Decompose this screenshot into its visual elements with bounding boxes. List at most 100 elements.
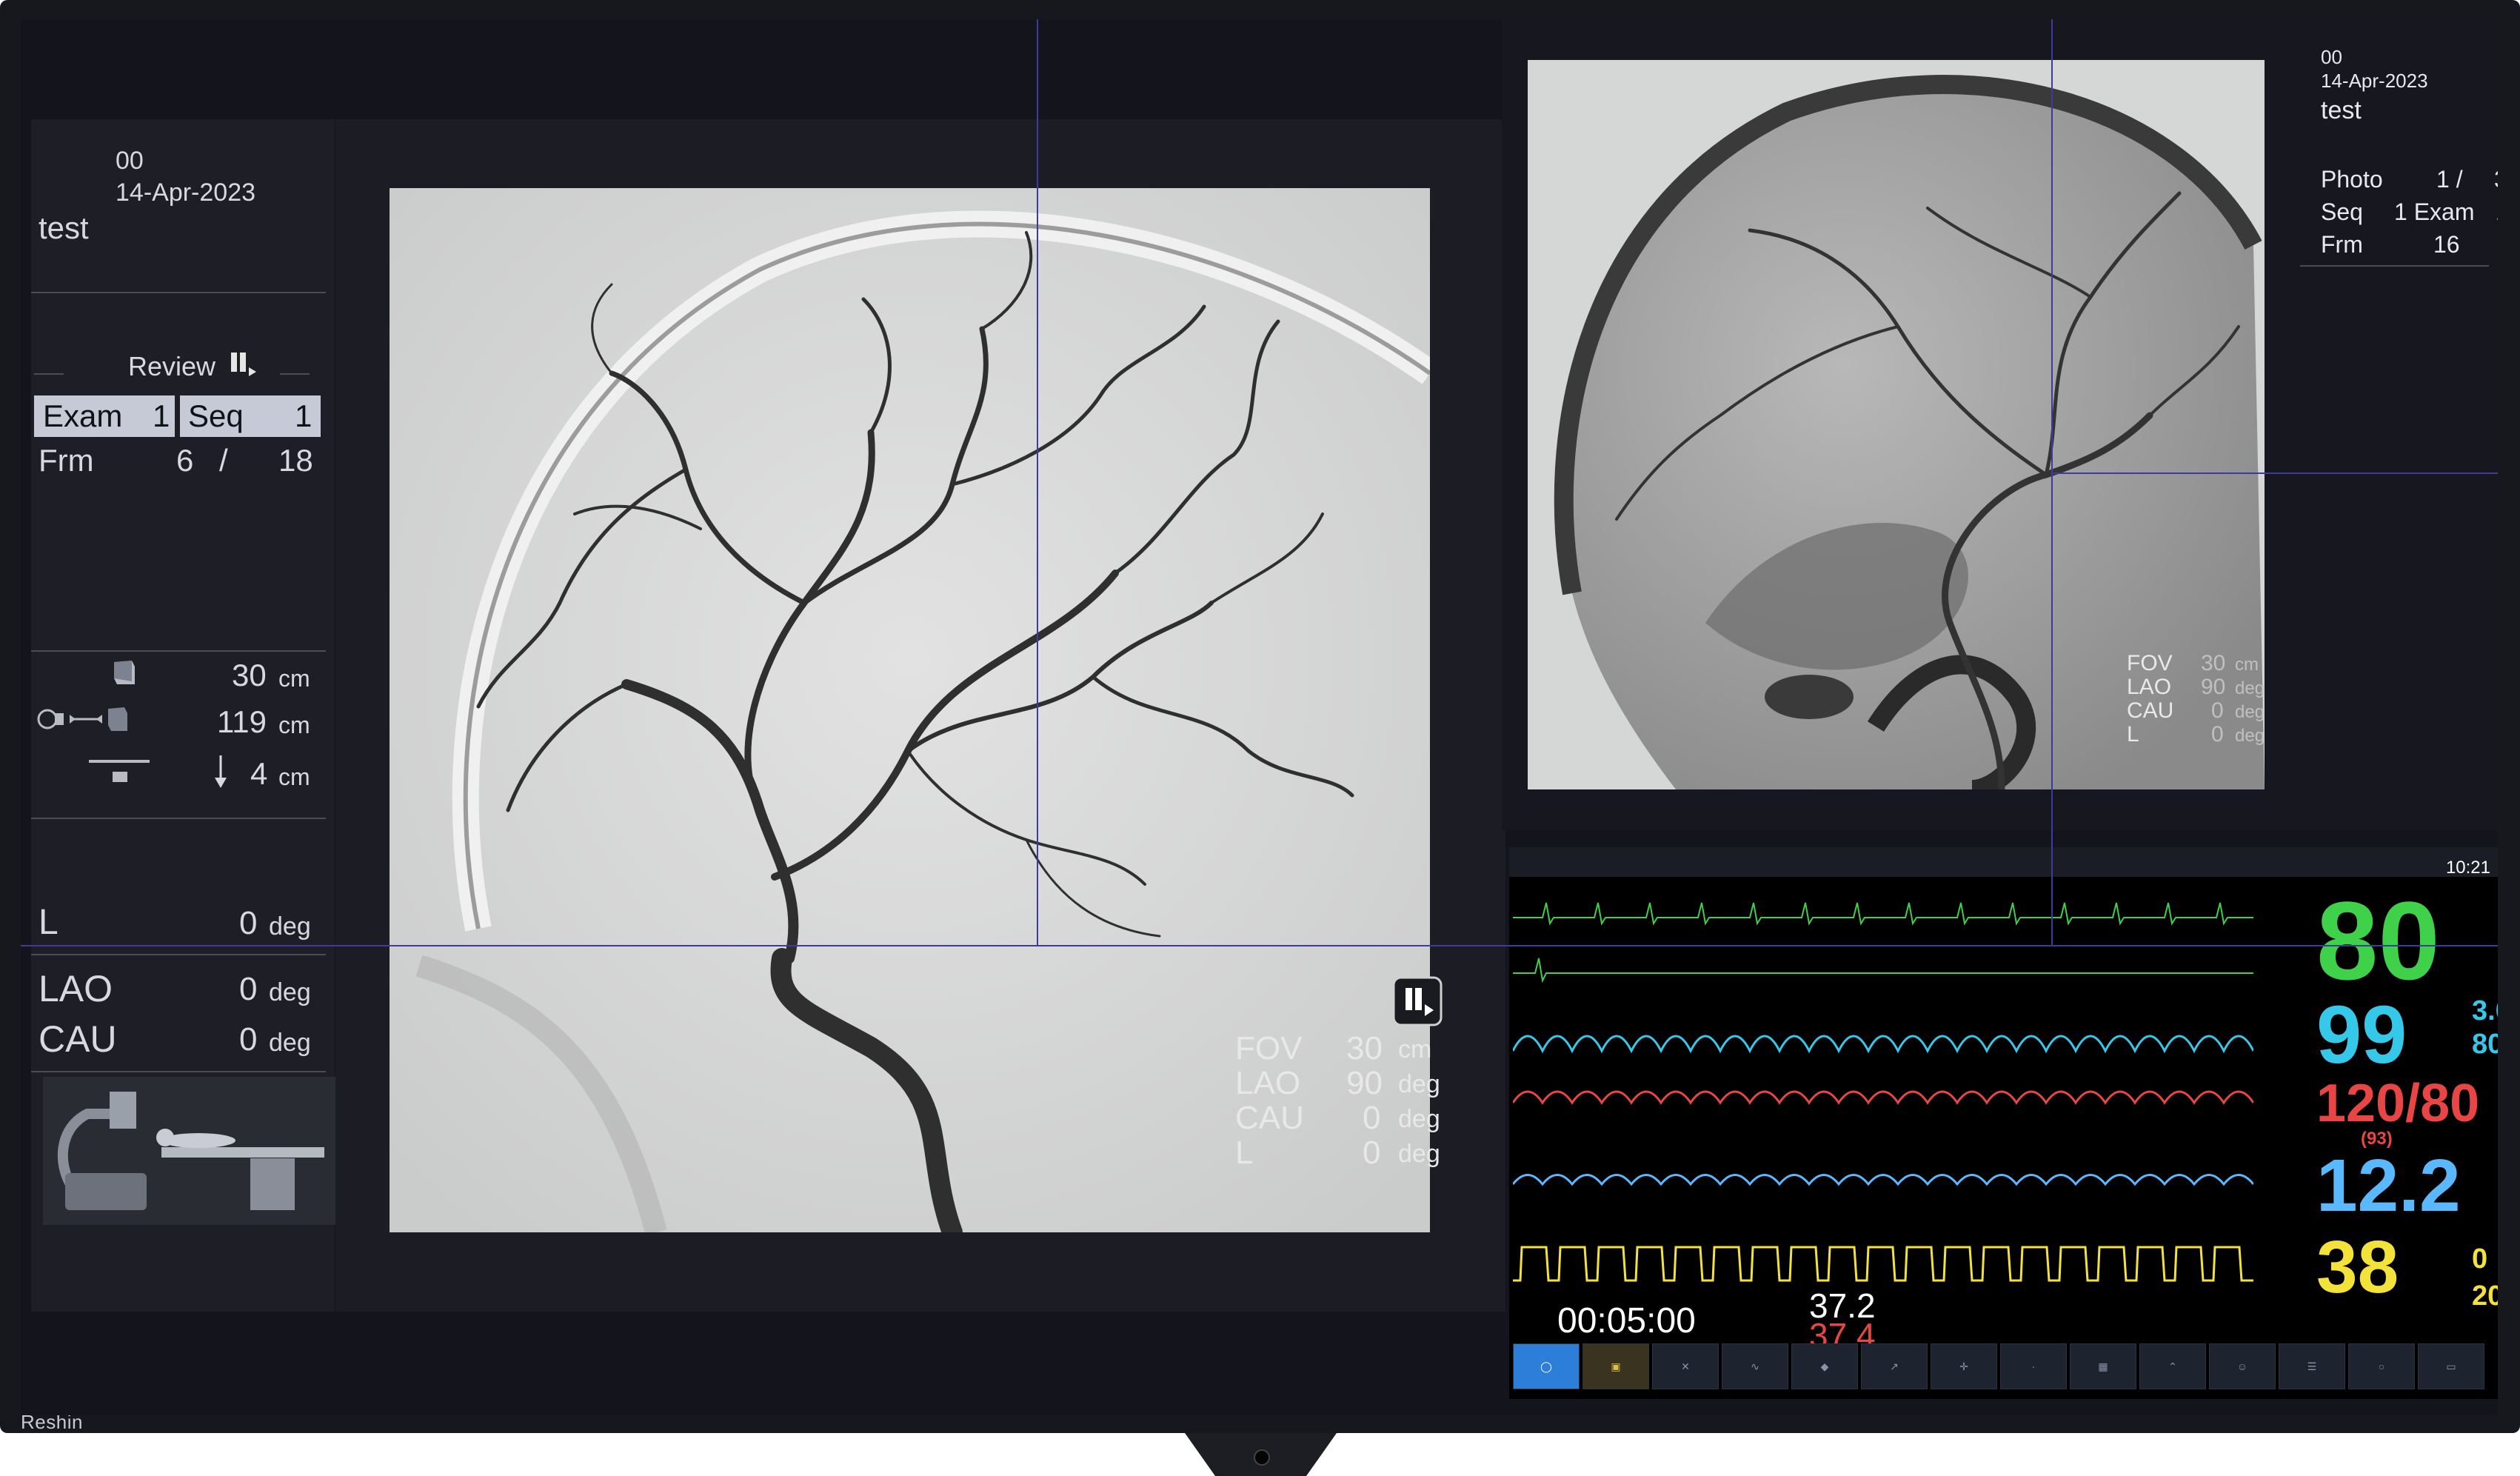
person-icon: ☺ xyxy=(2236,1360,2248,1372)
monitor-silence-button[interactable]: ✕ xyxy=(1652,1343,1719,1389)
main-l-value: 0 xyxy=(1363,1135,1381,1171)
exam-value: 1 xyxy=(153,398,170,433)
ref-fov-value: 30 xyxy=(2201,651,2226,675)
crosshair-horizontal xyxy=(21,945,2498,946)
monitor-header-bar xyxy=(1509,847,2498,877)
sid-unit: cm xyxy=(278,712,310,738)
lao-value: 0 xyxy=(239,971,258,1007)
trend-icon: ↗ xyxy=(1890,1360,1899,1372)
ref-patient-id: 00 xyxy=(2321,46,2342,68)
seq-value: 1 xyxy=(295,398,313,433)
angle-icon: ⌃ xyxy=(2168,1360,2177,1372)
fov-unit: cm xyxy=(278,665,310,692)
monitor-event-button[interactable]: ✛ xyxy=(1931,1343,1997,1389)
table-height-icon xyxy=(86,751,153,788)
monitor-nibp-button[interactable]: ∿ xyxy=(1722,1343,1788,1389)
resp-value: 12.2 xyxy=(2316,1144,2461,1227)
arrow-down-icon xyxy=(212,754,230,789)
ref-fov-label: FOV xyxy=(2127,651,2173,675)
main-cau-label: CAU xyxy=(1235,1100,1304,1136)
crosshair-horizontal-right xyxy=(2051,472,2498,474)
l-unit: deg xyxy=(269,912,311,941)
etco2-value: 38 xyxy=(2316,1226,2399,1309)
ref-photo-value: 1 / xyxy=(2436,166,2463,193)
main-lao-unit: deg xyxy=(1398,1070,1440,1098)
ref-photo-total: 3 xyxy=(2494,166,2498,193)
source-image-distance-icon xyxy=(37,704,133,734)
spo2-side-a: 3.05 xyxy=(2472,995,2498,1026)
divider xyxy=(31,292,326,293)
ref-fov-unit: cm xyxy=(2235,655,2259,675)
frame-label: Frm xyxy=(39,443,94,478)
ref-cau-label: CAU xyxy=(2127,698,2174,723)
monitor-print-button[interactable]: ▦ xyxy=(2070,1343,2136,1389)
cine-pause-icon[interactable] xyxy=(1392,976,1443,1026)
monitor-bed-button[interactable]: ☺ xyxy=(2209,1343,2276,1389)
crosshair-vertical xyxy=(1037,19,1038,945)
ref-lao-unit: deg xyxy=(2235,678,2265,698)
spo2-value: 99 xyxy=(2316,989,2407,1081)
waveform-area xyxy=(1513,902,2253,1282)
monitor-trend-button[interactable]: ↗ xyxy=(1861,1343,1928,1389)
ref-study-date: 14-Apr-2023 xyxy=(2321,70,2428,92)
c-arm-position-icon xyxy=(43,1077,339,1225)
l-value: 0 xyxy=(239,905,258,941)
pulse-icon: ∿ xyxy=(1751,1360,1759,1372)
monitor-review-button[interactable]: ∙ xyxy=(2000,1343,2067,1389)
divider xyxy=(31,1071,326,1072)
ring-icon: ○ xyxy=(2378,1360,2385,1372)
monitor-menu-button[interactable]: ◯ xyxy=(1513,1343,1580,1389)
square-icon: ▣ xyxy=(1611,1360,1621,1372)
monitor-screen-button[interactable]: ▭ xyxy=(2418,1343,2484,1389)
monitor-list-button[interactable]: ☰ xyxy=(2279,1343,2345,1389)
nibp-value: 120/80 xyxy=(2316,1074,2480,1133)
pause-play-icon[interactable] xyxy=(230,351,259,381)
main-l-unit: deg xyxy=(1398,1140,1440,1168)
monitor-alarm-button[interactable]: ▣ xyxy=(1582,1343,1649,1389)
divider xyxy=(31,650,326,652)
l-label: L xyxy=(39,903,59,942)
ref-cau-unit: deg xyxy=(2235,702,2265,722)
etco2-side-b: 20 xyxy=(2472,1280,2498,1312)
main-cau-unit: deg xyxy=(1398,1105,1440,1133)
cross-icon: ✛ xyxy=(1959,1360,1968,1372)
frame-current: 6 xyxy=(176,443,194,478)
power-indicator xyxy=(1254,1449,1270,1466)
ref-seq-label: Seq xyxy=(2321,198,2363,225)
drop-icon: ◆ xyxy=(1820,1360,1829,1372)
exam-label: Exam xyxy=(43,398,123,433)
table-value: 4 xyxy=(250,756,268,791)
lao-label: LAO xyxy=(39,968,113,1009)
main-fov-value: 30 xyxy=(1346,1030,1383,1066)
study-date: 14-Apr-2023 xyxy=(116,178,256,207)
cau-value: 0 xyxy=(239,1021,258,1058)
procedure-timer: 00:05:00 xyxy=(1557,1301,1696,1340)
divider xyxy=(34,373,64,375)
main-fov-unit: cm xyxy=(1398,1035,1432,1063)
list-icon: ☰ xyxy=(2307,1360,2317,1372)
ref-photo-label: Photo xyxy=(2321,166,2383,193)
crosshair-vertical-right xyxy=(2051,19,2053,945)
detector-icon xyxy=(110,658,139,687)
monitor-record-button[interactable]: ○ xyxy=(2348,1343,2415,1389)
spo2-side-b: 80 xyxy=(2472,1029,2498,1060)
cau-label: CAU xyxy=(39,1018,117,1060)
heart-rate-value: 80 xyxy=(2316,878,2440,1003)
table-unit: cm xyxy=(278,764,310,790)
patient-id: 00 xyxy=(116,147,144,175)
ref-lao-value: 90 xyxy=(2201,675,2226,699)
divider xyxy=(2300,265,2489,267)
ref-l-label: L xyxy=(2127,722,2139,747)
ref-l-unit: deg xyxy=(2235,726,2265,746)
ref-frm-label: Frm xyxy=(2321,231,2363,258)
sid-value: 119 xyxy=(217,704,267,739)
monitor-setup-button[interactable]: ⌃ xyxy=(2139,1343,2206,1389)
lao-unit: deg xyxy=(269,978,311,1006)
monitor-measure-button[interactable]: ◆ xyxy=(1791,1343,1858,1389)
patient-monitor-panel: 10:21 80 99 3.05 80 120/80 (93) 12.2 38 … xyxy=(1509,847,2498,1399)
ref-seq-value: 1 Exam xyxy=(2394,198,2475,225)
review-mode-label: Review xyxy=(128,351,216,381)
ref-exam-value: 1 xyxy=(2496,198,2498,226)
grid-icon: ▦ xyxy=(2098,1360,2108,1372)
patient-name: test xyxy=(39,210,89,245)
